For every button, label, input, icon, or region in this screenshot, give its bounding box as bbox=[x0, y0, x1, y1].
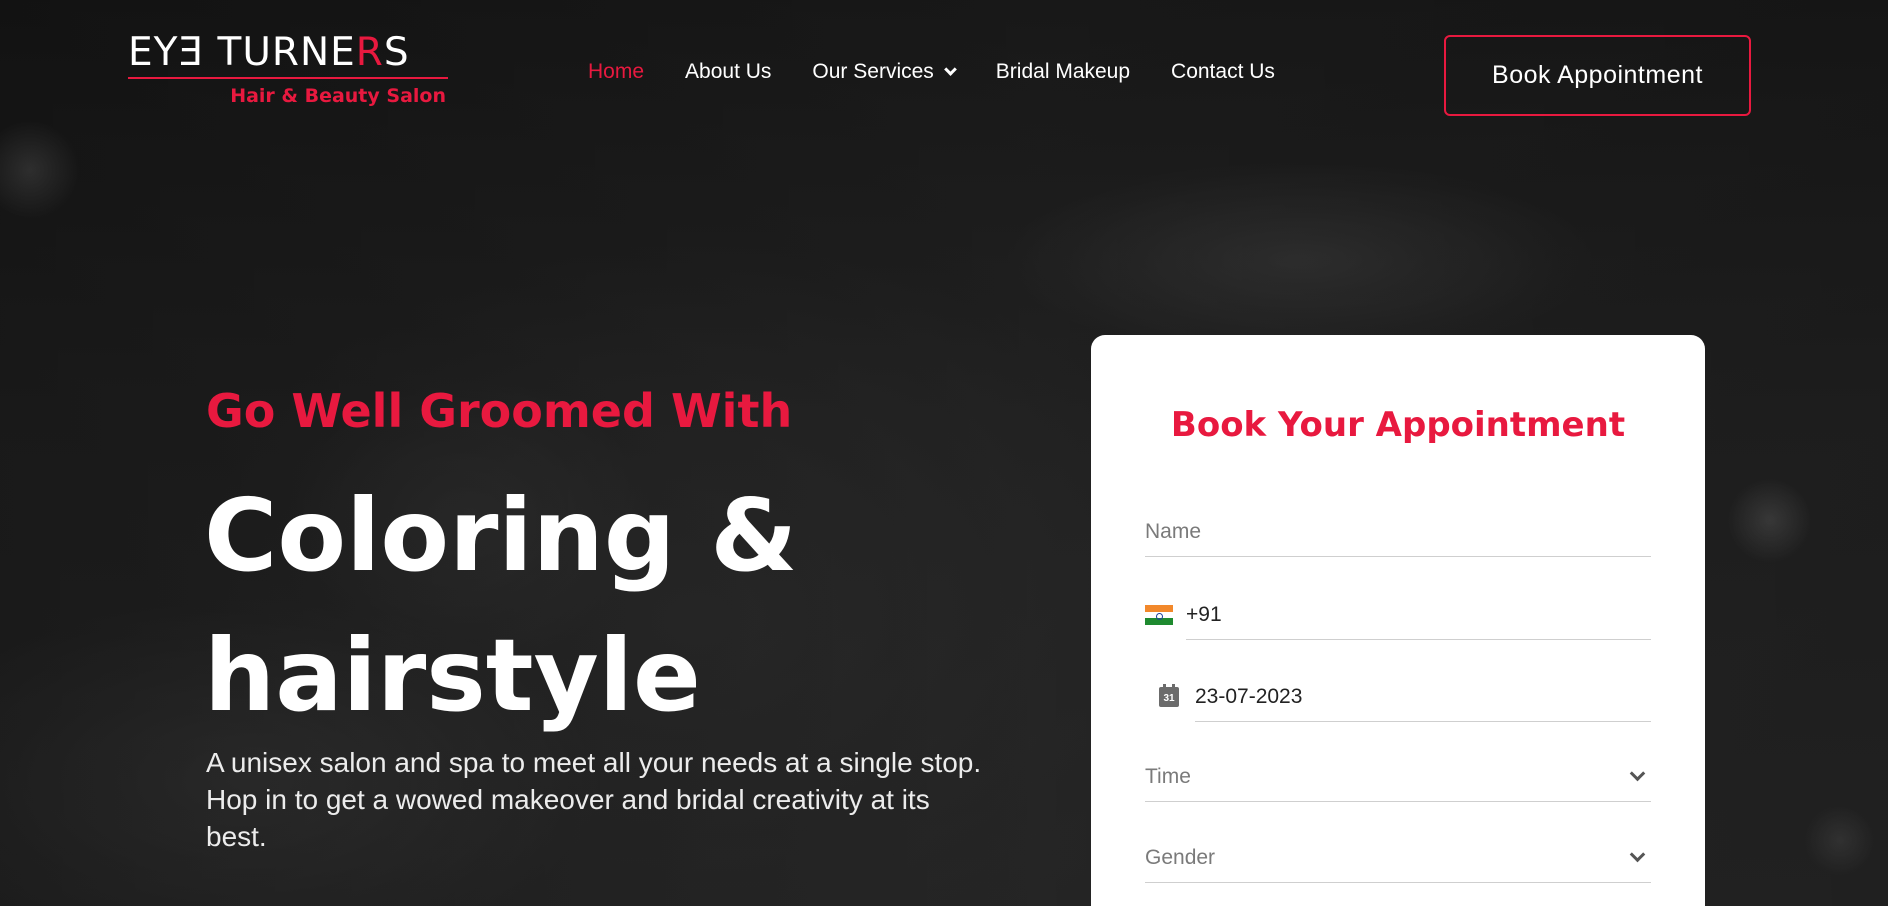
brand-logo[interactable]: EYƎ TURNERS Hair & Beauty Salon bbox=[128, 30, 450, 122]
date-input[interactable]: 31 23-07-2023 bbox=[1145, 672, 1651, 722]
booking-form-card: Book Your Appointment Name +91 31 23-07-… bbox=[1091, 335, 1705, 906]
nav-about-us[interactable]: About Us bbox=[685, 60, 771, 84]
logo-wordmark: EYƎ TURNERS bbox=[128, 30, 410, 75]
calendar-icon: 31 bbox=[1159, 684, 1179, 707]
logo-underline bbox=[128, 77, 448, 79]
site-header: EYƎ TURNERS Hair & Beauty Salon Home Abo… bbox=[0, 0, 1888, 150]
logo-tagline: Hair & Beauty Salon bbox=[230, 85, 446, 107]
main-nav: Home About Us Our Services Bridal Makeup… bbox=[588, 60, 1316, 84]
nav-bridal-makeup[interactable]: Bridal Makeup bbox=[996, 60, 1130, 84]
phone-country-code: +91 bbox=[1186, 603, 1222, 626]
nav-home[interactable]: Home bbox=[588, 60, 644, 84]
india-flag-icon[interactable] bbox=[1145, 605, 1173, 626]
chevron-down-icon bbox=[943, 62, 957, 76]
hero-title-line-1: Coloring & bbox=[204, 477, 798, 594]
chevron-down-icon bbox=[1629, 765, 1646, 782]
book-appointment-button[interactable]: Book Appointment bbox=[1444, 35, 1751, 116]
nav-contact-us[interactable]: Contact Us bbox=[1171, 60, 1275, 84]
nav-our-services-label: Our Services bbox=[812, 60, 934, 83]
phone-underline bbox=[1186, 639, 1651, 640]
hero-title-line-2: hairstyle bbox=[204, 617, 701, 734]
gender-select[interactable]: Gender bbox=[1145, 833, 1651, 883]
hero-description: A unisex salon and spa to meet all your … bbox=[206, 747, 982, 852]
hero-title: Coloring & hairstyle bbox=[204, 466, 904, 746]
time-select[interactable]: Time bbox=[1145, 752, 1651, 802]
name-input[interactable]: Name bbox=[1145, 507, 1651, 557]
date-underline bbox=[1195, 721, 1651, 722]
chevron-down-icon bbox=[1629, 846, 1646, 863]
name-placeholder: Name bbox=[1145, 519, 1202, 543]
booking-form-title: Book Your Appointment bbox=[1170, 405, 1626, 445]
date-value: 23-07-2023 bbox=[1195, 685, 1303, 708]
nav-our-services[interactable]: Our Services bbox=[812, 60, 957, 84]
gender-placeholder: Gender bbox=[1145, 845, 1216, 869]
time-placeholder: Time bbox=[1145, 764, 1191, 788]
hero-subheading: Go Well Groomed With bbox=[206, 384, 793, 438]
phone-input[interactable]: +91 bbox=[1145, 590, 1651, 640]
